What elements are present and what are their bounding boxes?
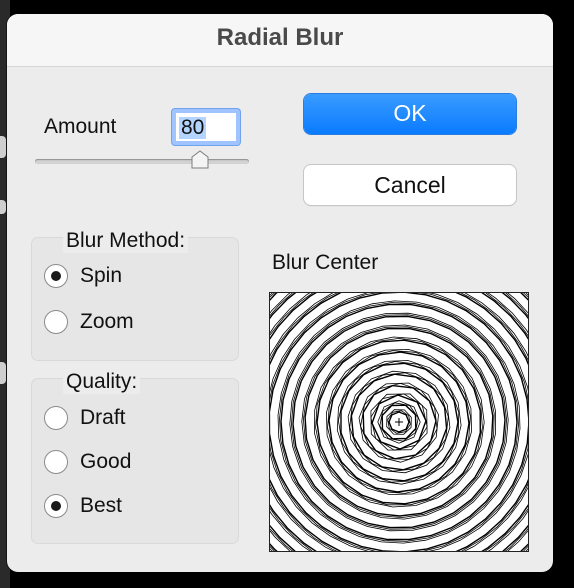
- amount-field[interactable]: 80: [172, 109, 240, 145]
- slider-thumb-icon[interactable]: [190, 150, 210, 170]
- radio-button[interactable]: [44, 450, 68, 474]
- radial-blur-dialog: Radial Blur Amount 80 OK Cancel Blur Met…: [7, 14, 553, 572]
- radio-button[interactable]: [44, 264, 68, 288]
- radial-blur-preview-pattern[interactable]: [270, 293, 528, 551]
- radio-selected-dot: [51, 501, 61, 511]
- radio-button[interactable]: [44, 406, 68, 430]
- dialog-title: Radial Blur: [216, 24, 344, 51]
- title-bar: Radial Blur: [7, 14, 553, 67]
- radio-label[interactable]: Good: [80, 450, 131, 474]
- blur-center-label: Blur Center: [272, 251, 379, 274]
- radio-label[interactable]: Spin: [80, 264, 122, 288]
- cancel-button[interactable]: Cancel: [304, 165, 516, 205]
- amount-input[interactable]: 80: [176, 113, 236, 141]
- blur-method-group: [31, 237, 239, 361]
- background-control: [0, 362, 6, 384]
- radio-button[interactable]: [44, 310, 68, 334]
- ok-button[interactable]: OK: [304, 94, 516, 134]
- amount-label: Amount: [44, 115, 117, 138]
- amount-value[interactable]: 80: [179, 117, 207, 139]
- crosshair-icon: [395, 418, 403, 426]
- blur-center-preview[interactable]: [269, 292, 529, 552]
- quality-legend: Quality:: [63, 370, 141, 394]
- background-control: [0, 136, 6, 158]
- radio-label[interactable]: Draft: [80, 406, 126, 430]
- amount-slider[interactable]: [35, 159, 249, 164]
- background-control: [0, 200, 6, 214]
- radio-label[interactable]: Zoom: [80, 310, 134, 334]
- radio-button[interactable]: [44, 494, 68, 518]
- radio-selected-dot: [51, 271, 61, 281]
- blur-method-legend: Blur Method:: [63, 229, 189, 253]
- radio-label[interactable]: Best: [80, 494, 122, 518]
